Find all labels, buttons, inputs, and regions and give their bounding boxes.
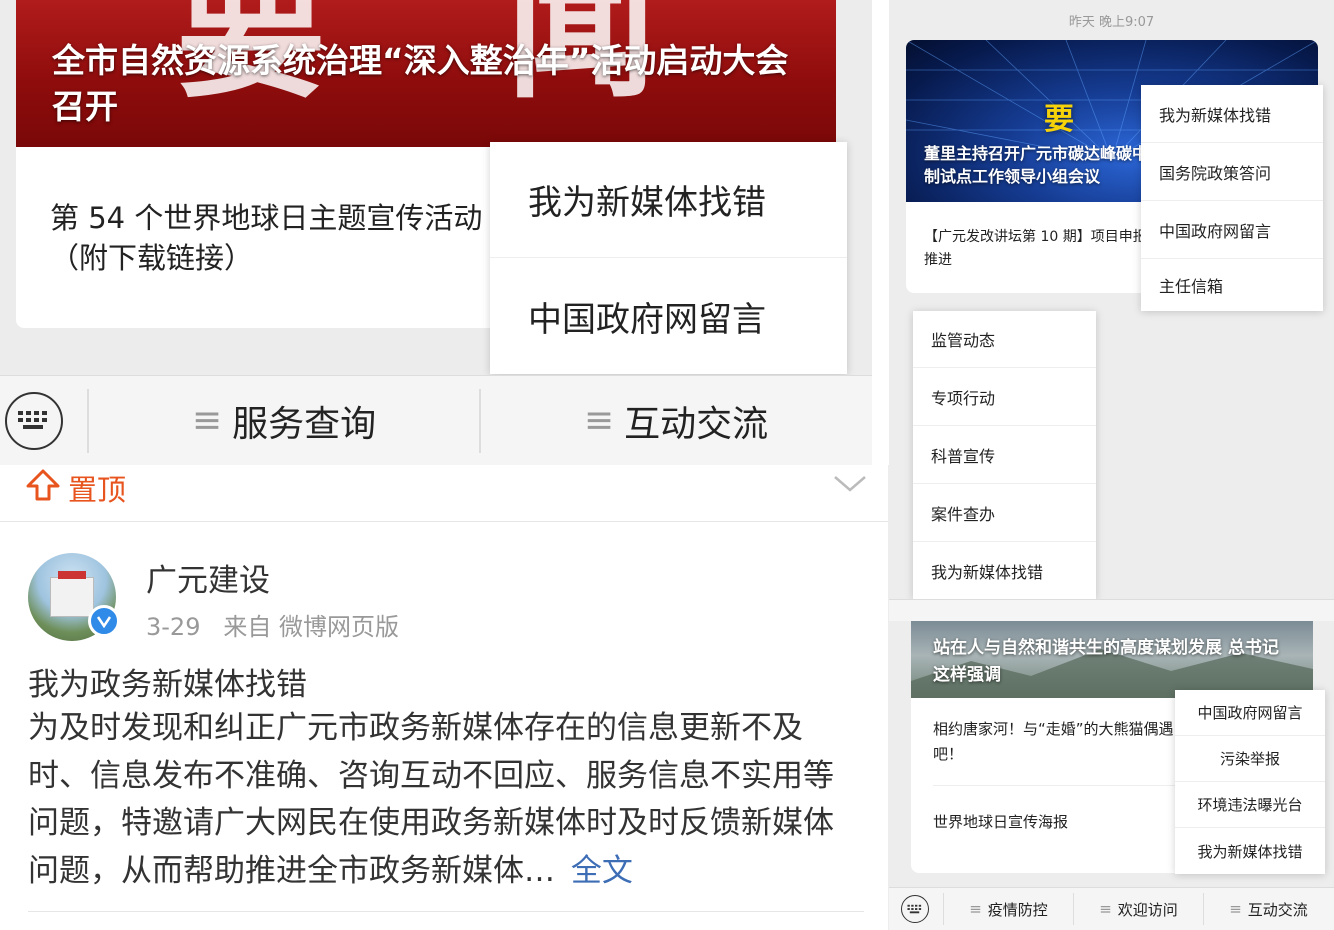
cover-headline-2[interactable]: 站在人与自然和谐共生的高度谋划发展 总书记这样强调 — [933, 635, 1283, 689]
tab-label: 疫情防控 — [987, 900, 1048, 919]
tab-welcome[interactable]: ≡ 欢迎访问 — [1074, 899, 1203, 920]
tab-interaction[interactable]: ≡ 互动交流 — [481, 395, 871, 447]
keyboard-icon[interactable] — [5, 391, 63, 450]
tab-epidemic-control[interactable]: ≡ 疫情防控 — [944, 899, 1073, 920]
pinned-row: 置顶 — [0, 465, 888, 522]
post-body-text: 为及时发现和纠正广元市政务新媒体存在的信息更新不及时、信息发布不准确、咨询互动不… — [28, 710, 834, 889]
panel-gap — [872, 0, 889, 465]
menu-item-special-action[interactable]: 专项行动 — [913, 368, 1096, 426]
tab-label: 互动交流 — [624, 403, 769, 445]
tabbar-strip — [889, 599, 1334, 621]
tab-label: 互动交流 — [1247, 900, 1308, 919]
full-text-link[interactable]: 全文 — [571, 853, 633, 889]
menu-item-policy-qa[interactable]: 国务院政策答问 — [1141, 143, 1323, 201]
timestamp: 昨天 晚上9:07 — [1068, 15, 1155, 30]
article-title-2[interactable]: 相约唐家河！与“走婚”的大熊猫偶遇吧！ — [933, 717, 1183, 767]
menu-item-find-errors[interactable]: 我为新媒体找错 — [1175, 828, 1325, 874]
popup-menu-left: 监管动态 专项行动 科普宣传 案件查办 我为新媒体找错 — [913, 311, 1096, 599]
menu-item-gov-message[interactable]: 中国政府网留言 — [1175, 690, 1325, 736]
menu-lines-icon: ≡ — [1229, 900, 1242, 918]
post-body: 为及时发现和纠正广元市政务新媒体存在的信息更新不及时、信息发布不准确、咨询互动不… — [28, 705, 858, 895]
tab-label: 服务查询 — [232, 403, 377, 445]
post-title: 我为政务新媒体找错 — [28, 667, 307, 703]
post-meta: 3-29 来自 微博网页版 — [146, 613, 399, 641]
menu-item-violation-exposure[interactable]: 环境违法曝光台 — [1175, 782, 1325, 828]
tab-label: 欢迎访问 — [1117, 900, 1178, 919]
keyboard-icon[interactable] — [901, 895, 929, 923]
tab-interaction[interactable]: ≡ 互动交流 — [1204, 899, 1333, 920]
popup-menu-top: 我为新媒体找错 国务院政策答问 中国政府网留言 主任信箱 — [1141, 85, 1323, 311]
menu-item-regulation-news[interactable]: 监管动态 — [913, 311, 1096, 368]
screenshot-collage: 要 闻 全市自然资源系统治理“深入整治年”活动启动大会召开 第 54 个世界地球… — [0, 0, 1334, 930]
menu-lines-icon: ≡ — [1099, 900, 1112, 918]
author-name[interactable]: 广元建设 — [146, 555, 270, 600]
wechat-account-panel: 要 闻 全市自然资源系统治理“深入整治年”活动启动大会召开 第 54 个世界地球… — [0, 0, 872, 465]
menu-lines-icon: ≡ — [969, 900, 982, 918]
menu-item-pollution-report[interactable]: 污染举报 — [1175, 736, 1325, 782]
banner-headline[interactable]: 全市自然资源系统治理“深入整治年”活动启动大会召开 — [52, 38, 812, 130]
tab-service-query[interactable]: ≡ 服务查询 — [89, 395, 479, 447]
menu-item-find-errors[interactable]: 我为新媒体找错 — [1141, 85, 1323, 143]
menu-item-director-mailbox[interactable]: 主任信箱 — [1141, 259, 1323, 311]
article-title[interactable]: 第 54 个世界地球日主题宣传活动（附下载链接） — [50, 198, 510, 278]
menu-item-find-errors[interactable]: 我为新媒体找错 — [913, 542, 1096, 599]
menu-item-gov-message[interactable]: 中国政府网留言 — [490, 258, 847, 374]
menu-lines-icon: ≡ — [191, 400, 223, 441]
cover-image-mountain[interactable]: 站在人与自然和谐共生的高度谋划发展 总书记这样强调 — [911, 621, 1313, 698]
bottom-menu-bar-right: ≡ 疫情防控 ≡ 欢迎访问 ≡ 互动交流 — [889, 887, 1334, 930]
chevron-down-icon[interactable] — [832, 473, 868, 499]
cover-char: 要 — [1044, 102, 1074, 137]
wechat-account-panel-right: 昨天 晚上9:07 要 董里主持召开广元市碳达峰碳中和价值实现机制试点工作领导小… — [889, 0, 1334, 930]
divider — [28, 911, 864, 912]
menu-item-find-errors[interactable]: 我为新媒体找错 — [490, 142, 847, 258]
avatar-roof — [58, 571, 86, 579]
menu-item-case-handling[interactable]: 案件查办 — [913, 484, 1096, 542]
avatar-building — [50, 577, 94, 617]
menu-item-gov-message[interactable]: 中国政府网留言 — [1141, 201, 1323, 259]
menu-item-science-promo[interactable]: 科普宣传 — [913, 426, 1096, 484]
banner-cover[interactable]: 要 闻 全市自然资源系统治理“深入整治年”活动启动大会召开 — [16, 0, 836, 147]
popup-menu: 我为新媒体找错 中国政府网留言 — [490, 142, 847, 374]
popup-menu-bottom: 中国政府网留言 污染举报 环境违法曝光台 我为新媒体找错 — [1175, 690, 1325, 874]
weibo-post-panel: 置顶 广元建设 3-29 来自 微博网页版 我为政务新媒体找错 为及时发现和纠正… — [0, 465, 888, 930]
pin-arrow-icon — [26, 469, 60, 505]
menu-lines-icon: ≡ — [583, 400, 615, 441]
article-title-1[interactable]: 【广元发改讲坛第 10 期】项目申报与推进 — [924, 226, 1174, 272]
article-title-3[interactable]: 世界地球日宣传海报 — [933, 811, 1068, 832]
pinned-label: 置顶 — [68, 473, 127, 507]
bottom-menu-bar: ≡ 服务查询 ≡ 互动交流 — [0, 375, 872, 465]
verified-badge-icon — [88, 605, 120, 637]
